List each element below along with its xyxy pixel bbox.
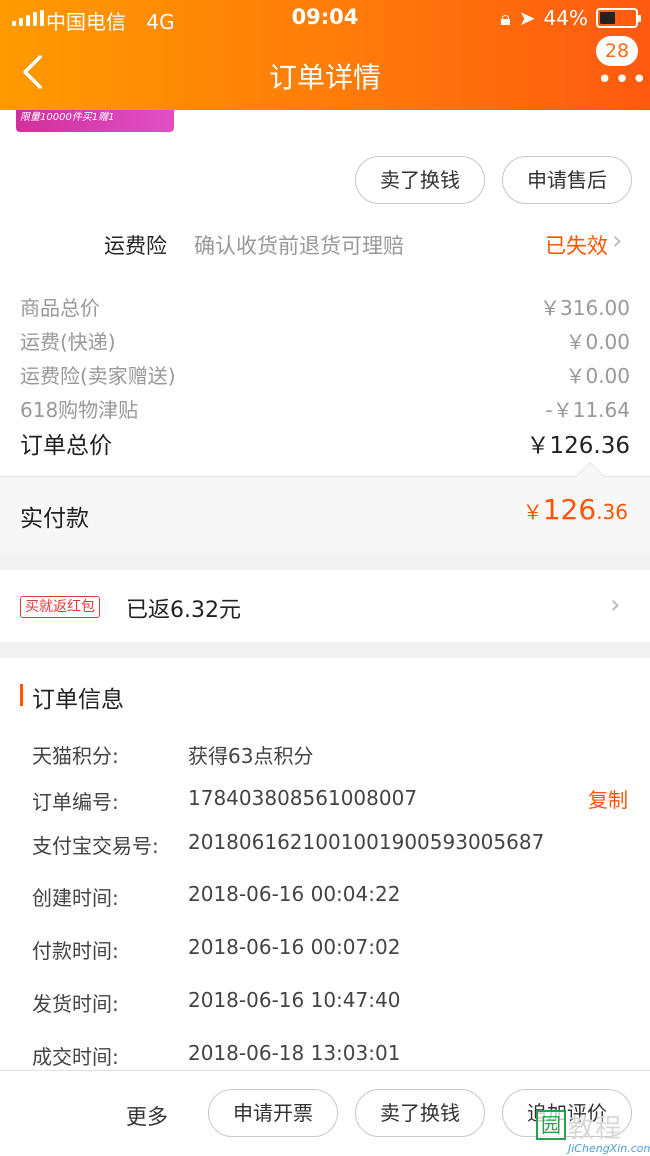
info-value: 2018061621001001900593005687 bbox=[188, 830, 545, 854]
red-packet-text: 已返6.32元 bbox=[126, 598, 241, 623]
status-right: 🔒︎ ➤ 44% bbox=[500, 6, 641, 30]
promo-banner[interactable]: 限量10000件买1赠1 bbox=[16, 110, 174, 132]
watermark-logo-icon: 园 bbox=[536, 1110, 566, 1140]
watermark-text: 教程 bbox=[568, 1114, 623, 1144]
paid-decimal: .36 bbox=[596, 500, 628, 524]
info-label: 付款时间: bbox=[32, 939, 119, 963]
info-value: 获得63点积分 bbox=[188, 744, 314, 768]
sell-for-cash-button-bottom[interactable]: 卖了换钱 bbox=[355, 1089, 485, 1137]
paid-amount-section: 实付款 ￥126.36 bbox=[0, 461, 650, 554]
info-value: 2018-06-16 00:07:02 bbox=[188, 935, 401, 959]
paid-amount: ￥126.36 bbox=[523, 493, 628, 526]
price-row: 618购物津贴 -￥11.64 bbox=[20, 394, 630, 424]
paid-integer: 126 bbox=[542, 493, 597, 526]
more-actions-button[interactable]: 更多 bbox=[126, 1101, 168, 1131]
apply-after-sale-button[interactable]: 申请售后 bbox=[502, 156, 632, 204]
price-label: 运费险(卖家赠送) bbox=[20, 364, 176, 388]
price-row: 运费(快递) ￥0.00 bbox=[20, 326, 630, 356]
apply-invoice-button[interactable]: 申请开票 bbox=[208, 1089, 338, 1137]
info-label: 创建时间: bbox=[32, 886, 119, 910]
info-value: 2018-06-16 10:47:40 bbox=[188, 988, 401, 1012]
order-info-card: 订单信息 天猫积分: 获得63点积分 订单编号: 178403808561008… bbox=[0, 658, 650, 1070]
info-label: 天猫积分: bbox=[32, 744, 119, 768]
info-value: 2018-06-16 00:04:22 bbox=[188, 882, 401, 906]
price-value: ￥316.00 bbox=[540, 296, 630, 320]
red-packet-row[interactable]: 买就返红包 已返6.32元 › bbox=[0, 570, 650, 642]
battery-percent: 44% bbox=[543, 6, 588, 30]
chevron-right-icon[interactable]: › bbox=[612, 226, 622, 256]
info-value: 178403808561008007 bbox=[188, 786, 418, 810]
price-label: 商品总价 bbox=[20, 296, 100, 320]
price-value: ￥0.00 bbox=[565, 330, 630, 354]
info-label: 支付宝交易号: bbox=[32, 834, 159, 858]
info-value: 2018-06-18 13:03:01 bbox=[188, 1041, 401, 1065]
order-total-row: 订单总价 ￥126.36 bbox=[20, 426, 630, 460]
location-arrow-icon: ➤ bbox=[518, 6, 536, 30]
info-label: 成交时间: bbox=[32, 1045, 119, 1069]
status-bar: 中国电信 4G 09:04 🔒︎ ➤ 44% bbox=[0, 0, 650, 36]
shipping-insurance-label: 运费险 bbox=[104, 234, 167, 258]
section-accent-bar bbox=[20, 684, 23, 706]
order-total-label: 订单总价 bbox=[20, 433, 112, 459]
order-summary-card: 限量10000件买1赠1 卖了换钱 申请售后 运费险 确认收货前退货可理赔 已失… bbox=[0, 110, 650, 554]
shipping-insurance-desc: 确认收货前退货可理赔 bbox=[194, 234, 404, 258]
section-title: 订单信息 bbox=[32, 687, 124, 713]
battery-level-fill bbox=[600, 12, 615, 24]
header-bar: 中国电信 4G 09:04 🔒︎ ➤ 44% 订单详情 28 ••• bbox=[0, 0, 650, 110]
watermark-url: JiChengXin.com bbox=[568, 1142, 650, 1155]
info-label: 发货时间: bbox=[32, 992, 119, 1016]
more-dots-icon[interactable]: ••• bbox=[597, 67, 649, 93]
pointer-notch bbox=[575, 461, 605, 491]
sell-for-cash-button[interactable]: 卖了换钱 bbox=[355, 156, 485, 204]
chevron-right-icon: › bbox=[610, 590, 621, 620]
copy-order-number-button[interactable]: 复制 bbox=[588, 784, 628, 813]
notification-badge[interactable]: 28 bbox=[596, 36, 638, 66]
price-label: 运费(快递) bbox=[20, 330, 116, 354]
rotation-lock-icon: 🔒︎ bbox=[500, 6, 511, 30]
paid-currency: ￥ bbox=[522, 500, 543, 524]
order-total-value: ￥126.36 bbox=[526, 433, 630, 459]
shipping-insurance-status[interactable]: 已失效 bbox=[545, 230, 608, 260]
red-packet-tag: 买就返红包 bbox=[20, 596, 100, 618]
price-value: -￥11.64 bbox=[545, 398, 630, 422]
price-label: 618购物津贴 bbox=[20, 398, 139, 422]
battery-icon bbox=[596, 8, 641, 28]
site-watermark: 园 教程 JiChengXin.com bbox=[532, 1106, 650, 1156]
price-row: 商品总价 ￥316.00 bbox=[20, 292, 630, 322]
price-value: ￥0.00 bbox=[565, 364, 630, 388]
price-row: 运费险(卖家赠送) ￥0.00 bbox=[20, 360, 630, 390]
page-title: 订单详情 bbox=[268, 61, 381, 94]
info-label: 订单编号: bbox=[32, 790, 119, 814]
paid-label: 实付款 bbox=[20, 506, 89, 532]
